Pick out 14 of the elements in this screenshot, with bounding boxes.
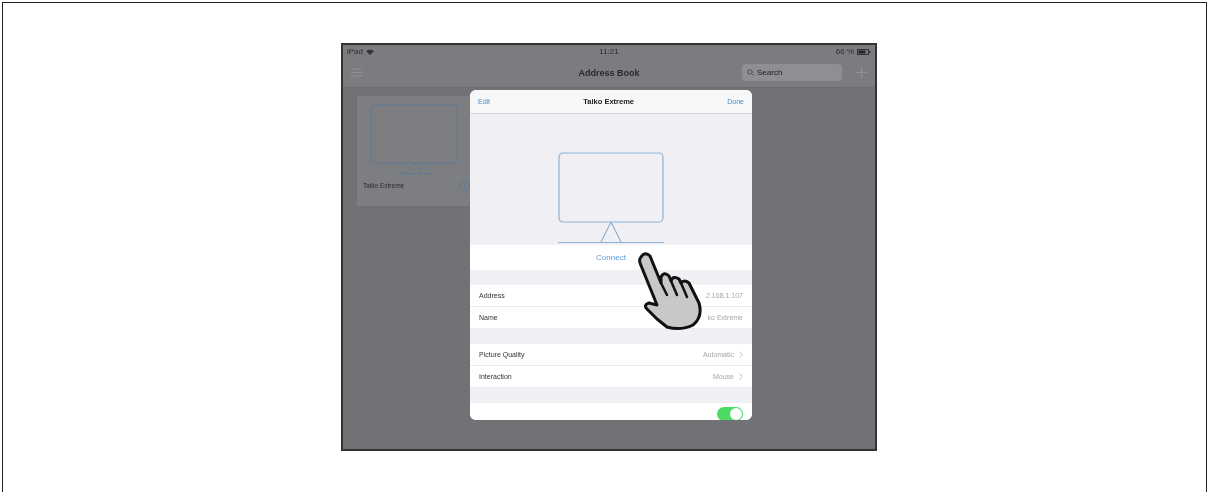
info-icon[interactable] — [459, 180, 470, 191]
clock-time: 11:21 — [599, 47, 619, 56]
search-field[interactable]: Search — [742, 64, 842, 81]
connect-button[interactable]: Connect — [470, 245, 752, 270]
toggle-switch[interactable] — [717, 406, 743, 420]
monitor-icon — [370, 104, 460, 174]
monitor-icon — [558, 152, 664, 244]
chevron-icon — [739, 351, 743, 358]
wifi-icon — [366, 48, 374, 55]
chevron-icon — [739, 373, 743, 380]
device-name: iPad — [347, 47, 363, 56]
battery-icon — [857, 48, 871, 55]
battery-percent: 66 % — [835, 47, 854, 56]
page-title: Address Book — [578, 67, 640, 78]
